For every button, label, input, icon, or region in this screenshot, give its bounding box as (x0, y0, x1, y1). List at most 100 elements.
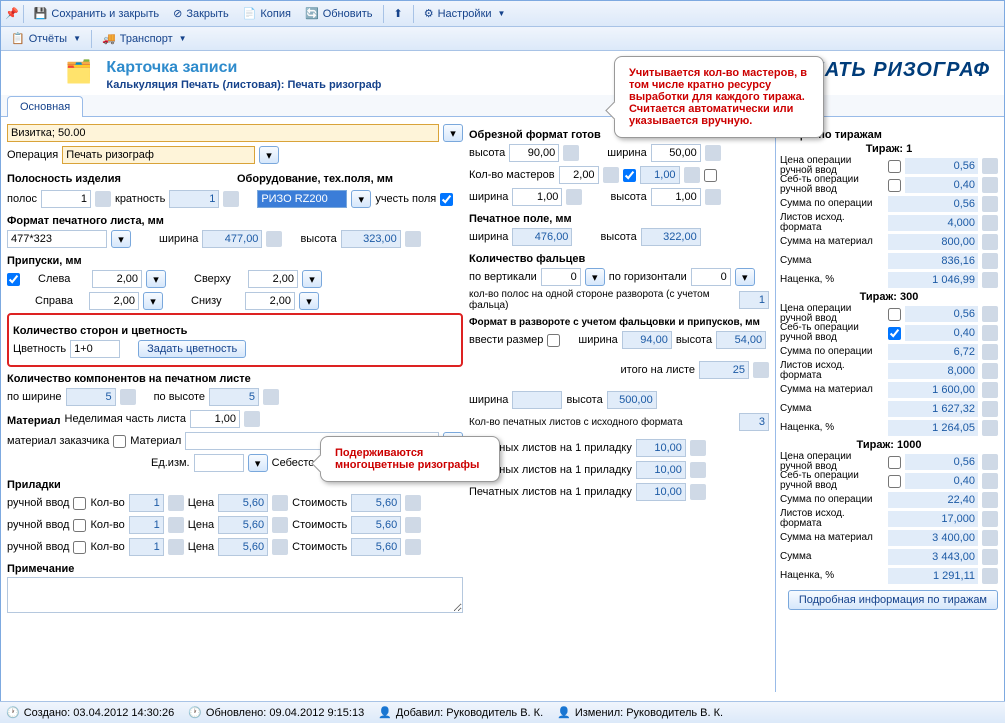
shirina-input[interactable] (651, 144, 701, 162)
calc-icon[interactable] (982, 158, 998, 174)
calc-icon[interactable] (982, 382, 998, 398)
pl1-input[interactable] (636, 461, 686, 479)
close-button[interactable]: ⊘Закрыть (167, 5, 235, 22)
dropdown-icon[interactable]: ▾ (585, 268, 605, 286)
pl1-input[interactable] (636, 439, 686, 457)
polos-input[interactable] (41, 190, 91, 208)
cena-input[interactable] (218, 538, 268, 556)
calc-icon[interactable] (982, 253, 998, 269)
calc-icon[interactable] (168, 539, 184, 555)
calc-icon[interactable] (982, 568, 998, 584)
reports-button[interactable]: 📋Отчёты▼ (5, 30, 87, 47)
stoim-input[interactable] (351, 494, 401, 512)
prim-textarea[interactable] (7, 577, 463, 613)
dropdown-icon[interactable]: ▾ (299, 292, 319, 310)
dropdown-icon[interactable]: ▾ (143, 292, 163, 310)
calc-icon[interactable] (603, 167, 619, 183)
r-chk[interactable] (888, 308, 901, 321)
tab-main[interactable]: Основная (7, 96, 83, 117)
masters2-chk[interactable] (704, 169, 717, 182)
calc-icon[interactable] (982, 196, 998, 212)
calc-icon[interactable] (266, 231, 282, 247)
mh-input[interactable] (651, 188, 701, 206)
refresh-button[interactable]: 🔄Обновить (299, 5, 379, 22)
snizu-input[interactable] (245, 292, 295, 310)
calc-icon[interactable] (684, 167, 700, 183)
povert-input[interactable] (541, 268, 581, 286)
dropdown-icon[interactable]: ▾ (259, 146, 279, 164)
calc-icon[interactable] (272, 539, 288, 555)
settings-button[interactable]: ⚙Настройки▼ (418, 5, 512, 22)
dropdown-icon[interactable]: ▾ (146, 270, 166, 288)
fmt-combo[interactable] (7, 230, 107, 248)
sleva-input[interactable] (92, 270, 142, 288)
r-chk[interactable] (888, 475, 901, 488)
calc-icon[interactable] (120, 389, 136, 405)
equip-combo[interactable] (257, 190, 347, 208)
vvesti-chk[interactable] (547, 334, 560, 347)
copy-button[interactable]: 📄Копия (237, 5, 297, 22)
kolvo-input[interactable] (129, 538, 164, 556)
calc-icon[interactable] (982, 306, 998, 322)
calc-icon[interactable] (982, 454, 998, 470)
r-chk[interactable] (888, 327, 901, 340)
calc-icon[interactable] (168, 517, 184, 533)
calc-icon[interactable] (982, 272, 998, 288)
calc-icon[interactable] (982, 492, 998, 508)
dropdown-icon[interactable]: ▾ (302, 270, 322, 288)
calc-icon[interactable] (95, 191, 111, 207)
calc-icon[interactable] (982, 215, 998, 231)
pohoriz-input[interactable] (691, 268, 731, 286)
cvet-input[interactable] (70, 340, 120, 358)
po-w-input[interactable] (66, 388, 116, 406)
calc-icon[interactable] (982, 363, 998, 379)
dropdown-icon[interactable]: ▾ (735, 268, 755, 286)
calc-icon[interactable] (982, 420, 998, 436)
po-h-input[interactable] (209, 388, 259, 406)
calc-icon[interactable] (272, 517, 288, 533)
dropdown-icon[interactable]: ▾ (248, 454, 268, 472)
calc-icon[interactable] (244, 411, 260, 427)
set-color-button[interactable]: Задать цветность (138, 340, 246, 358)
height-input[interactable] (341, 230, 401, 248)
r-chk[interactable] (888, 160, 901, 173)
edizm-combo[interactable] (194, 454, 244, 472)
calc-icon[interactable] (982, 234, 998, 250)
calc-icon[interactable] (690, 462, 706, 478)
mw-input[interactable] (512, 188, 562, 206)
calc-icon[interactable] (982, 177, 998, 193)
calc-icon[interactable] (982, 473, 998, 489)
vysota-input[interactable] (509, 144, 559, 162)
calc-icon[interactable] (982, 511, 998, 527)
calc-icon[interactable] (223, 191, 239, 207)
stoim-input[interactable] (351, 538, 401, 556)
r-chk[interactable] (888, 456, 901, 469)
calc-icon[interactable] (982, 549, 998, 565)
calc-icon[interactable] (405, 539, 421, 555)
calc-icon[interactable] (705, 189, 721, 205)
ruch-chk[interactable] (73, 519, 86, 532)
calc-icon[interactable] (690, 484, 706, 500)
calc-icon[interactable] (566, 189, 582, 205)
ruch-chk[interactable] (73, 497, 86, 510)
calc-icon[interactable] (982, 344, 998, 360)
product-combo[interactable] (7, 124, 439, 142)
calc-icon[interactable] (982, 325, 998, 341)
ruch-chk[interactable] (73, 541, 86, 554)
stoim-input[interactable] (351, 516, 401, 534)
calc-icon[interactable] (168, 495, 184, 511)
calc-icon[interactable] (263, 389, 279, 405)
cena-input[interactable] (218, 494, 268, 512)
kolvo-input[interactable] (129, 494, 164, 512)
calc-icon[interactable] (563, 145, 579, 161)
matzak-checkbox[interactable] (113, 435, 126, 448)
calc-icon[interactable] (690, 440, 706, 456)
masters-chk[interactable] (623, 169, 636, 182)
kolvo-input[interactable] (129, 516, 164, 534)
masters-input[interactable] (559, 166, 599, 184)
calc-icon[interactable] (705, 145, 721, 161)
calc-icon[interactable] (405, 517, 421, 533)
r-chk[interactable] (888, 179, 901, 192)
width-input[interactable] (202, 230, 262, 248)
ucp-checkbox[interactable] (440, 193, 453, 206)
